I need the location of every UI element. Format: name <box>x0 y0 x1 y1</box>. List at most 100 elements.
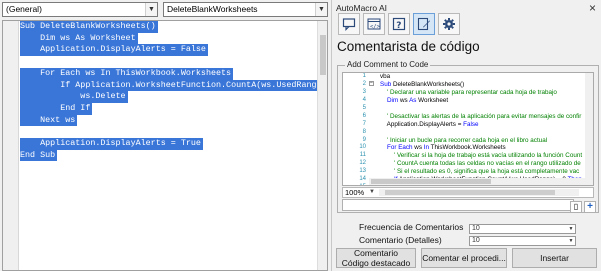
code-line[interactable]: Next ws <box>20 114 78 127</box>
help-button[interactable]: ? <box>388 13 410 35</box>
code-line[interactable]: For Each ws In ThisWorkbook.Worksheets <box>20 67 234 80</box>
procedure-combo-value: DeleteBlankWorksheets <box>167 4 258 14</box>
commenter-button[interactable] <box>413 13 435 35</box>
editor-line[interactable]: Dim ws As Worksheet <box>380 97 582 105</box>
code-line[interactable]: Application.DisplayAlerts = False <box>20 44 208 57</box>
code-line[interactable]: Sub DeleteBlankWorksheets() <box>20 21 158 33</box>
line-number: 12 <box>359 160 366 167</box>
editor-line[interactable]: vba <box>380 73 582 81</box>
code-editor[interactable]: Sub DeleteBlankWorksheets() Dim ws As Wo… <box>2 20 328 271</box>
editor-line[interactable] <box>380 105 582 113</box>
collapse-icon[interactable]: − <box>369 81 374 86</box>
scroll-thumb[interactable] <box>320 35 326 75</box>
editor-line[interactable]: ' Desactivar las alertas de la aplicació… <box>380 113 582 121</box>
zoom-row: 100% ▼ <box>342 187 594 198</box>
code-scrollbar[interactable] <box>317 21 327 270</box>
line-numbers: 123456789101112131415 <box>343 73 369 185</box>
comment-frequency-value: 10 <box>472 225 480 232</box>
line-number: 2 <box>362 80 366 87</box>
editor-line[interactable]: Application.DisplayAlerts = False <box>380 121 582 129</box>
code-line[interactable] <box>20 56 22 68</box>
object-combo[interactable]: (General) ▼ <box>2 2 158 17</box>
svg-text:</>: </> <box>370 24 381 30</box>
code-button[interactable]: </> <box>363 13 385 35</box>
insert-button[interactable]: Insertar <box>512 248 597 268</box>
line-number: 11 <box>359 152 366 159</box>
code-line[interactable] <box>20 126 22 138</box>
line-number: 7 <box>362 120 366 127</box>
procedure-combo[interactable]: DeleteBlankWorksheets ▼ <box>163 2 328 17</box>
add-button[interactable]: + <box>584 201 596 213</box>
code-token: ws <box>399 96 410 104</box>
comment-frequency-label: Frecuencia de Comentarios <box>359 222 464 232</box>
line-number: 8 <box>362 128 366 135</box>
comment-token: ' Iniciar un bucle para recorrer cada ho… <box>380 136 548 144</box>
commented-code-text[interactable]: vba Sub DeleteBlankWorksheets() ' Declara… <box>380 73 582 185</box>
fold-markers: − <box>369 81 375 89</box>
editor-hscrollbar[interactable] <box>369 178 587 185</box>
line-number: 6 <box>362 112 366 119</box>
comment-detail-field[interactable]: 10 ▼ <box>469 236 576 246</box>
vba-editor-window: (General) ▼ DeleteBlankWorksheets ▼ Sub … <box>0 0 331 271</box>
zoom-level[interactable]: 100% <box>345 188 364 197</box>
line-number: 14 <box>359 176 366 183</box>
find-bar[interactable] <box>342 199 574 211</box>
code-line[interactable]: End Sub <box>20 149 58 162</box>
chevron-down-icon[interactable]: ▼ <box>145 3 157 16</box>
code-line[interactable]: If Application.WorksheetFunction.CountA(… <box>20 79 327 92</box>
code-token: DeleteBlankWorksheets() <box>392 80 465 88</box>
editor-line[interactable]: ' Verificar si la hoja de trabajo está v… <box>380 152 582 160</box>
comment-detail-label: Comentario (Detalles) <box>359 235 442 245</box>
comment-button[interactable] <box>338 13 360 35</box>
add-comment-group: Add Comment to Code 12345678910111213141… <box>337 60 599 213</box>
code-icon: </> <box>367 18 381 30</box>
scroll-thumb[interactable] <box>385 190 555 195</box>
editor-line[interactable]: ' Si el resultado es 0, significa que la… <box>380 168 582 176</box>
comment-detail-value: 10 <box>472 237 480 244</box>
line-number: 10 <box>359 144 366 151</box>
comment-frequency-field[interactable]: 10 ▼ <box>469 224 576 234</box>
keyword-token: Sub <box>380 80 393 88</box>
line-number: 5 <box>362 104 366 111</box>
scroll-thumb[interactable] <box>371 179 491 184</box>
editor-line[interactable]: Sub DeleteBlankWorksheets() <box>380 81 582 89</box>
code-line[interactable]: Dim ws As Worksheet <box>20 32 138 45</box>
chevron-down-icon[interactable]: ▼ <box>567 225 575 233</box>
editor-line[interactable]: For Each ws In ThisWorkbook.Worksheets <box>380 144 582 152</box>
chevron-down-icon[interactable]: ▼ <box>315 3 327 16</box>
settings-button[interactable] <box>438 13 460 35</box>
horizontal-scrollbar[interactable] <box>379 189 579 196</box>
object-combo-value: (General) <box>6 4 42 14</box>
line-number: 9 <box>362 136 366 143</box>
line-number: 1 <box>362 73 366 79</box>
chevron-down-icon[interactable]: ▼ <box>567 237 575 245</box>
panel-toolbar: </> ? <box>338 13 463 35</box>
comment-token: ' Declarar una variable para representar… <box>380 88 557 96</box>
comment-token: ' Si el resultado es 0, significa que la… <box>380 168 580 176</box>
keyword-token: False <box>463 120 479 128</box>
code-gutter <box>3 21 19 270</box>
comment-highlighted-code-button[interactable]: Comentario Código destacado <box>336 248 416 268</box>
editor-line[interactable]: ' Declarar una variable para representar… <box>380 89 582 97</box>
line-number: 4 <box>362 96 366 103</box>
code-token: vba <box>380 73 391 80</box>
code-line[interactable]: End If <box>20 102 93 115</box>
editor-line[interactable]: ' Iniciar un bucle para recorrer cada ho… <box>380 137 582 145</box>
copy-button[interactable]: ▯ <box>570 201 582 213</box>
code-line[interactable]: Application.DisplayAlerts = True <box>20 138 203 150</box>
chevron-down-icon[interactable]: ▼ <box>369 188 375 197</box>
commented-code-editor[interactable]: 123456789101112131415 − vbaSub DeleteBla… <box>342 72 594 186</box>
section-title: Comentarista de código <box>337 39 480 54</box>
editor-line[interactable] <box>380 129 582 137</box>
editor-scrollbar[interactable] <box>585 73 593 185</box>
code-token: Application.DisplayAlerts = <box>380 120 464 128</box>
editor-line[interactable]: ' CountA cuenta todas las celdas no vací… <box>380 160 582 168</box>
automacro-panel: AutoMacro AI × </> ? Comentarista de cód… <box>331 0 601 271</box>
line-number: 15 <box>343 184 369 185</box>
panel-title: AutoMacro AI <box>336 3 388 13</box>
comment-procedure-button[interactable]: Comentar el procedi... <box>421 248 507 268</box>
code-line[interactable]: ws.Delete <box>20 91 128 103</box>
code-token: ThisWorkbook.Worksheets <box>430 144 506 152</box>
code-lines[interactable]: Sub DeleteBlankWorksheets() Dim ws As Wo… <box>20 21 327 162</box>
close-icon[interactable]: × <box>589 1 596 15</box>
